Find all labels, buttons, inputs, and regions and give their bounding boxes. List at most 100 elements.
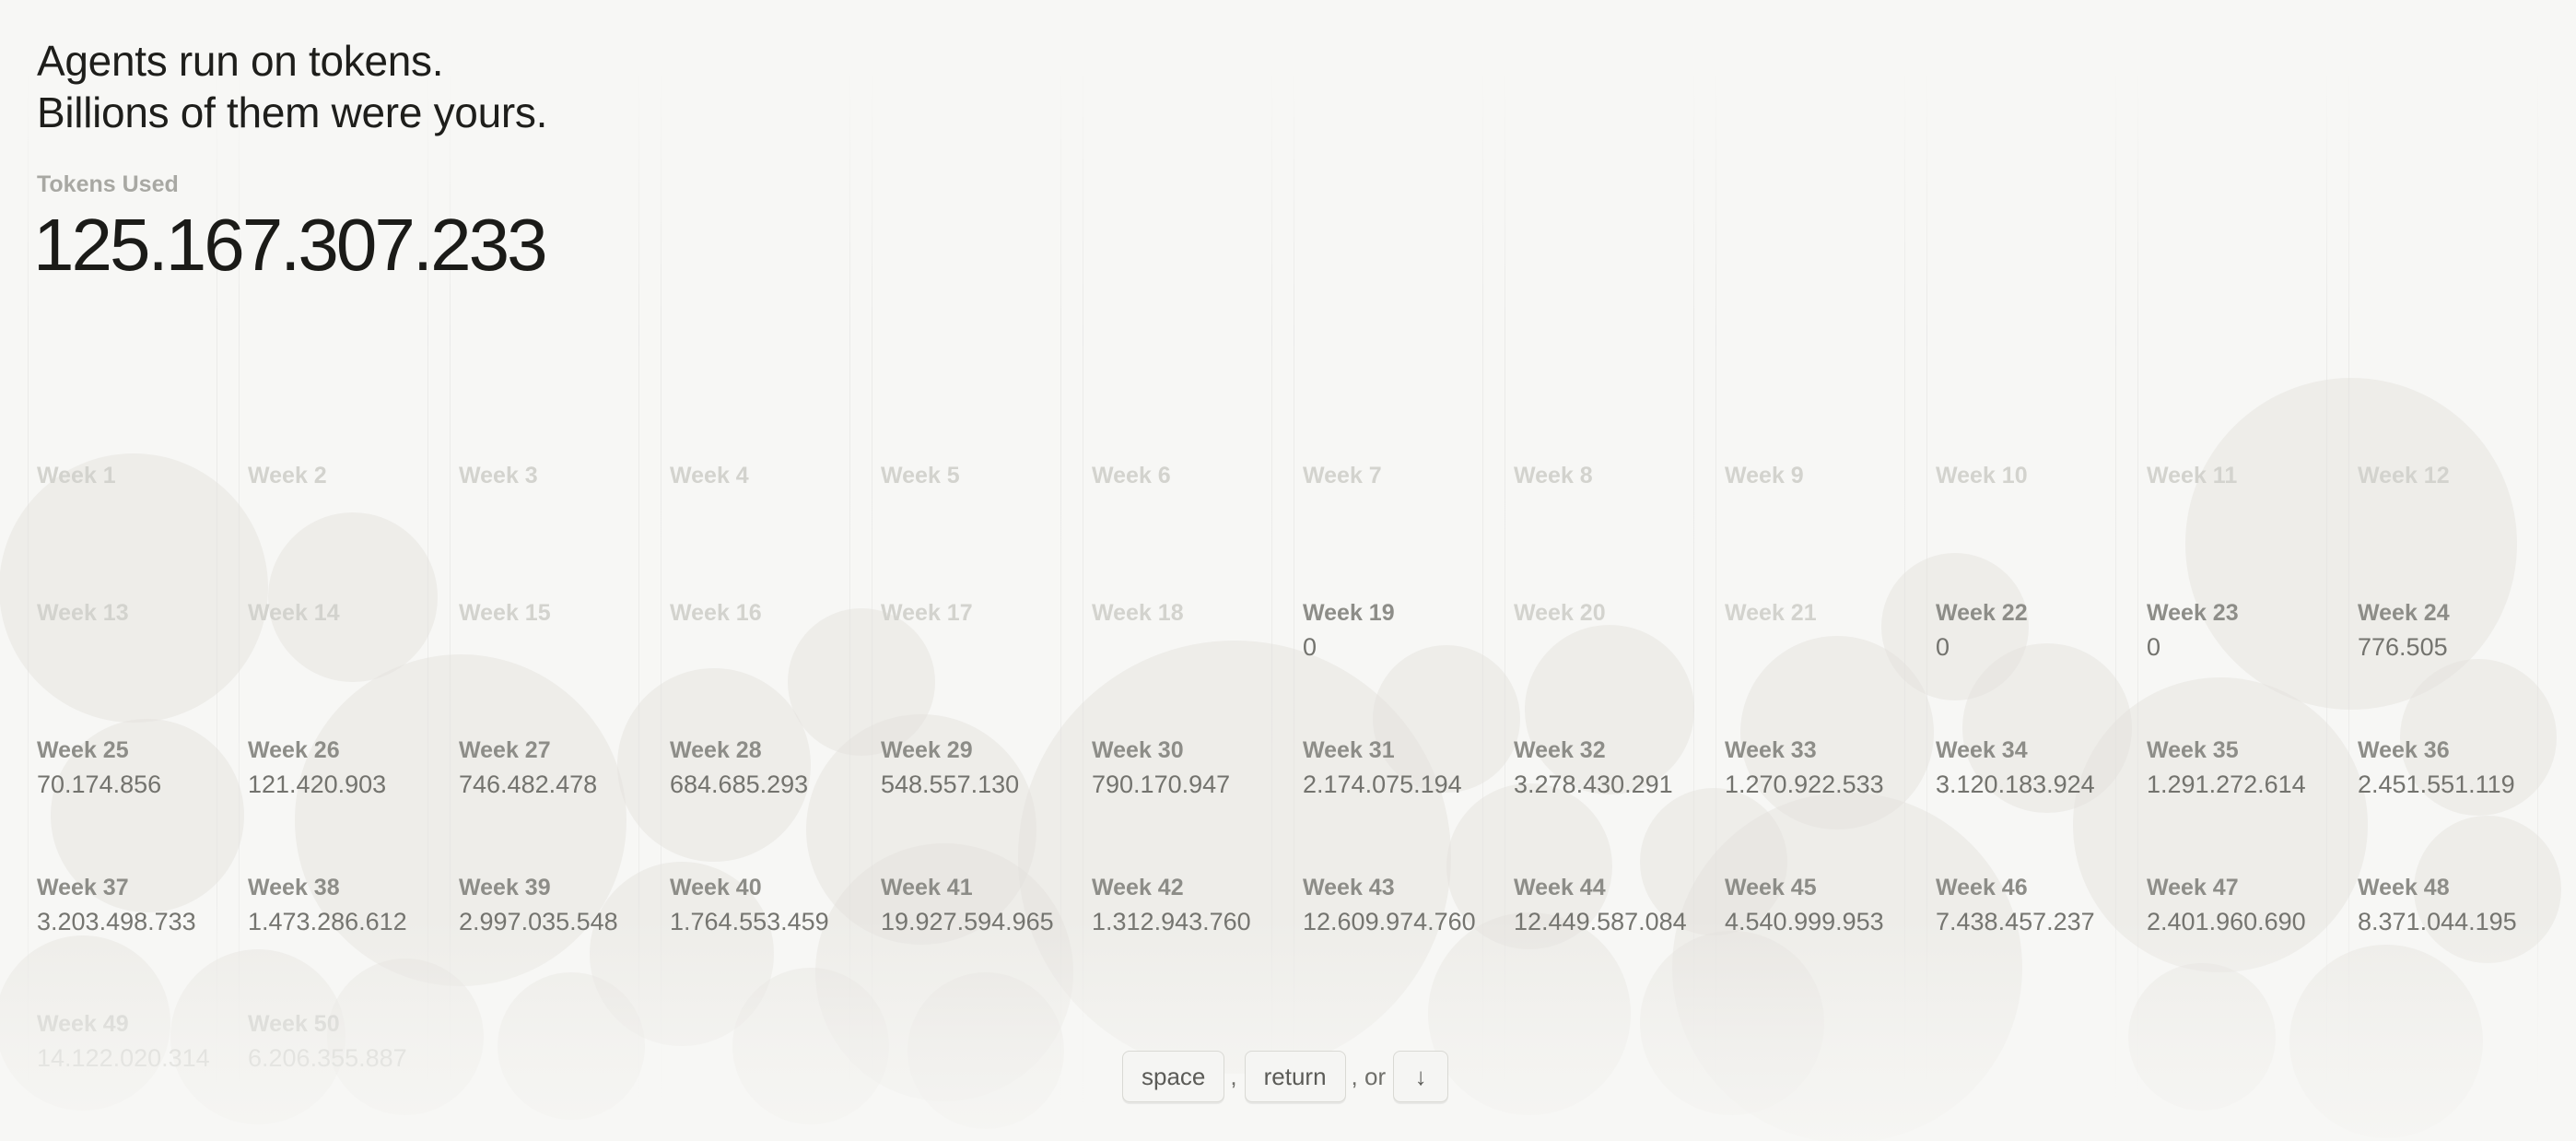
week-label: Week 39 xyxy=(459,875,551,900)
week-cell: Week 43 12.609.974.760 xyxy=(1303,873,1510,939)
week-label: Week 35 xyxy=(2147,737,2239,763)
separator: , xyxy=(1230,1062,1237,1090)
week-label: Week 8 xyxy=(1514,463,1593,488)
week-token-count: 0 xyxy=(1303,633,1317,661)
week-cell: Week 3 xyxy=(459,461,666,492)
week-cell: Week 33 1.270.922.533 xyxy=(1725,735,1932,802)
week-token-count: 2.174.075.194 xyxy=(1303,770,1462,798)
week-cell: Week 47 2.401.960.690 xyxy=(2147,873,2354,939)
week-label: Week 11 xyxy=(2147,463,2238,488)
space-key-button[interactable]: space xyxy=(1122,1051,1225,1102)
week-cell: Week 5 xyxy=(881,461,1088,492)
column-guide-line xyxy=(2115,65,2116,1115)
week-token-count: 1.270.922.533 xyxy=(1725,770,1884,798)
week-label: Week 36 xyxy=(2358,737,2450,763)
week-label: Week 31 xyxy=(1303,737,1395,763)
week-cell: Week 7 xyxy=(1303,461,1510,492)
week-label: Week 19 xyxy=(1303,600,1395,626)
week-cell: Week 41 19.927.594.965 xyxy=(881,873,1088,939)
week-token-count: 776.505 xyxy=(2358,633,2448,661)
week-label: Week 41 xyxy=(881,875,973,900)
week-cell: Week 31 2.174.075.194 xyxy=(1303,735,1510,802)
decorative-bubble xyxy=(732,968,889,1124)
week-token-count: 684.685.293 xyxy=(670,770,809,798)
week-token-count: 1.312.943.760 xyxy=(1092,908,1251,935)
week-cell: Week 4 xyxy=(670,461,877,492)
week-cell: Week 27 746.482.478 xyxy=(459,735,666,802)
week-token-count: 4.540.999.953 xyxy=(1725,908,1884,935)
week-label: Week 26 xyxy=(248,737,340,763)
week-token-count: 0 xyxy=(1936,633,1950,661)
tokens-used-value: 125.167.307.233 xyxy=(33,204,548,286)
week-label: Week 29 xyxy=(881,737,973,763)
week-token-count: 1.764.553.459 xyxy=(670,908,829,935)
week-label: Week 2 xyxy=(248,463,327,488)
week-cell: Week 16 xyxy=(670,598,877,629)
week-cell: Week 30 790.170.947 xyxy=(1092,735,1299,802)
week-cell: Week 11 xyxy=(2147,461,2354,492)
week-token-count: 790.170.947 xyxy=(1092,770,1231,798)
week-label: Week 7 xyxy=(1303,463,1382,488)
column-guide-line xyxy=(2537,65,2538,1115)
week-token-count: 746.482.478 xyxy=(459,770,598,798)
week-cell: Week 8 xyxy=(1514,461,1721,492)
week-cell: Week 22 0 xyxy=(1936,598,2143,665)
week-label: Week 40 xyxy=(670,875,762,900)
headline-line-2: Billions of them were yours. xyxy=(37,88,548,136)
week-cell: Week 2 xyxy=(248,461,455,492)
week-label: Week 14 xyxy=(248,600,340,626)
week-label: Week 9 xyxy=(1725,463,1804,488)
week-label: Week 24 xyxy=(2358,600,2450,626)
week-label: Week 5 xyxy=(881,463,960,488)
week-token-count: 121.420.903 xyxy=(248,770,387,798)
week-cell: Week 40 1.764.553.459 xyxy=(670,873,877,939)
decorative-bubble xyxy=(0,453,268,723)
return-key-button[interactable]: return xyxy=(1244,1051,1346,1102)
week-token-count: 7.438.457.237 xyxy=(1936,908,2095,935)
week-label: Week 49 xyxy=(37,1011,129,1037)
separator-or: , or xyxy=(1351,1062,1387,1090)
week-cell: Week 25 70.174.856 xyxy=(37,735,244,802)
week-token-count: 8.371.044.195 xyxy=(2358,908,2517,935)
navigation-hint: space , return , or ↓ xyxy=(1122,1050,1449,1103)
decorative-bubble xyxy=(268,512,438,682)
week-label: Week 20 xyxy=(1514,600,1606,626)
week-label: Week 12 xyxy=(2358,463,2450,488)
week-cell: Week 1 xyxy=(37,461,244,492)
week-label: Week 32 xyxy=(1514,737,1606,763)
week-token-count: 2.997.035.548 xyxy=(459,908,618,935)
week-token-count: 6.206.355.887 xyxy=(248,1044,407,1072)
week-cell: Week 38 1.473.286.612 xyxy=(248,873,455,939)
week-cell: Week 34 3.120.183.924 xyxy=(1936,735,2143,802)
week-token-count: 70.174.856 xyxy=(37,770,162,798)
week-cell: Week 35 1.291.272.614 xyxy=(2147,735,2354,802)
week-cell: Week 39 2.997.035.548 xyxy=(459,873,666,939)
week-token-count: 19.927.594.965 xyxy=(881,908,1054,935)
week-cell: Week 9 xyxy=(1725,461,1932,492)
week-label: Week 3 xyxy=(459,463,538,488)
week-label: Week 1 xyxy=(37,463,116,488)
week-cell: Week 36 2.451.551.119 xyxy=(2358,735,2565,802)
headline-line-1: Agents run on tokens. xyxy=(37,37,444,85)
week-label: Week 30 xyxy=(1092,737,1184,763)
decorative-bubble xyxy=(498,972,645,1120)
week-cell: Week 12 xyxy=(2358,461,2565,492)
week-cell: Week 24 776.505 xyxy=(2358,598,2565,665)
week-cell: Week 10 xyxy=(1936,461,2143,492)
week-cell: Week 13 xyxy=(37,598,244,629)
decorative-bubble xyxy=(907,972,1064,1129)
week-cell: Week 48 8.371.044.195 xyxy=(2358,873,2565,939)
week-token-count: 1.473.286.612 xyxy=(248,908,407,935)
week-label: Week 25 xyxy=(37,737,129,763)
week-label: Week 43 xyxy=(1303,875,1395,900)
week-label: Week 28 xyxy=(670,737,762,763)
week-label: Week 22 xyxy=(1936,600,2028,626)
week-cell: Week 50 6.206.355.887 xyxy=(248,1009,455,1076)
week-cell: Week 32 3.278.430.291 xyxy=(1514,735,1721,802)
week-cell: Week 6 xyxy=(1092,461,1299,492)
week-token-count: 2.401.960.690 xyxy=(2147,908,2306,935)
week-cell: Week 21 xyxy=(1725,598,1932,629)
week-label: Week 34 xyxy=(1936,737,2028,763)
week-label: Week 27 xyxy=(459,737,551,763)
arrow-down-icon[interactable]: ↓ xyxy=(1393,1051,1449,1102)
